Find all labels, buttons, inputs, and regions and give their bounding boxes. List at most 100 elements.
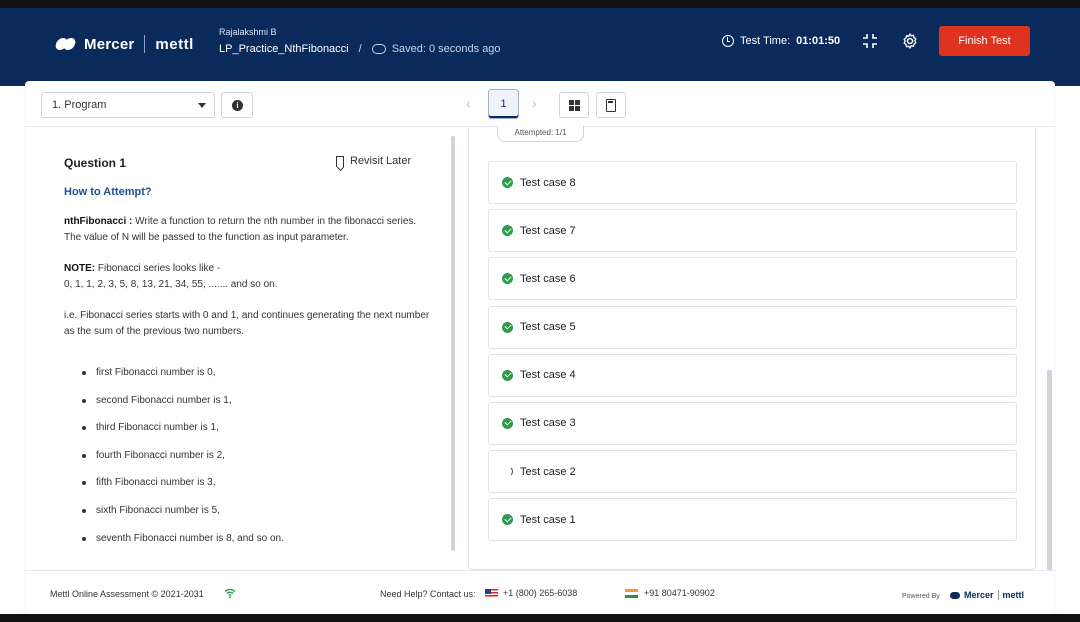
test-case-label: Test case 6: [520, 272, 576, 285]
test-timer: Test Time: 01:01:50: [722, 35, 840, 47]
note-label: NOTE:: [64, 263, 96, 274]
previous-question-button[interactable]: ‹: [466, 95, 471, 111]
fibonacci-series: 0, 1, 1, 2, 3, 5, 8, 13, 21, 34, 55, ...…: [64, 279, 278, 290]
india-phone-number: +91 80471-90902: [644, 588, 715, 598]
settings-gear-icon[interactable]: [901, 32, 919, 50]
list-item: second Fibonacci number is 1,: [82, 395, 284, 423]
revisit-later-button[interactable]: Revisit Later: [336, 155, 411, 167]
note-text: Fibonacci series looks like -: [97, 263, 221, 274]
function-description: Write a function to return the nth numbe…: [135, 216, 417, 227]
list-item: third Fibonacci number is 1,: [82, 422, 284, 450]
list-item: seventh Fibonacci number is 8, and so on…: [82, 533, 284, 561]
test-workspace: 1. Program i ‹ 1 › Question 1 Revisit La…: [25, 81, 1055, 614]
us-phone-number: +1 (800) 265-6038: [503, 588, 578, 598]
list-item: fourth Fibonacci number is 2,: [82, 450, 284, 478]
test-case-label: Test case 3: [520, 417, 576, 430]
explanation-text: i.e. Fibonacci series starts with 0 and …: [64, 310, 430, 337]
timer-label: Test Time:: [740, 35, 791, 47]
test-results-pane: Attempted: 1/1 Test case 8 Test case 7 T…: [468, 126, 1036, 570]
check-circle-icon: [502, 417, 513, 429]
timer-value: 01:01:50: [796, 35, 841, 47]
chevron-down-icon: [198, 103, 206, 108]
results-pane-scrollbar[interactable]: [1047, 370, 1052, 570]
question-title: Question 1: [64, 156, 127, 170]
grid-icon: [569, 100, 580, 111]
mercer-logo-icon: [56, 37, 76, 51]
test-case-row[interactable]: Test case 1: [488, 498, 1017, 542]
test-case-row[interactable]: Test case 2: [488, 450, 1017, 494]
calculator-icon: [606, 99, 616, 112]
us-flag-icon: [485, 589, 498, 598]
wifi-icon: [224, 587, 236, 599]
brand-mercer: Mercer: [84, 35, 135, 53]
powered-by-logo: Mercer mettl: [950, 590, 1024, 600]
copyright-text: Mettl Online Assessment © 2021-2031: [50, 589, 204, 599]
section-select-value: 1. Program: [52, 99, 107, 111]
test-case-label: Test case 4: [520, 369, 576, 382]
test-case-label: Test case 1: [520, 513, 576, 526]
brand-mettl: mettl: [155, 35, 194, 53]
powered-mercer: Mercer: [964, 590, 994, 600]
finish-test-button[interactable]: Finish Test: [939, 26, 1030, 56]
check-circle-icon: [502, 225, 513, 237]
next-question-button[interactable]: ›: [532, 95, 537, 111]
test-info: Rajalakshmi B LP_Practice_NthFibonacci /…: [219, 27, 501, 55]
brand-logo: Mercer mettl: [56, 35, 194, 53]
bookmark-icon: [336, 155, 344, 167]
test-case-row[interactable]: Test case 7: [488, 209, 1017, 253]
check-circle-icon: [502, 321, 513, 333]
test-case-list: Test case 8 Test case 7 Test case 6 Test…: [488, 161, 1017, 547]
app-header: Mercer mettl Rajalakshmi B LP_Practice_N…: [0, 8, 1080, 86]
test-case-label: Test case 8: [520, 176, 576, 189]
check-circle-icon: [502, 273, 513, 285]
question-number-1[interactable]: 1: [488, 89, 519, 119]
question-text: nthFibonacci : Write a function to retur…: [64, 214, 430, 355]
question-toolbar: 1. Program i ‹ 1 ›: [25, 81, 1055, 127]
revisit-later-label: Revisit Later: [350, 155, 412, 167]
test-case-label: Test case 7: [520, 224, 576, 237]
info-icon: i: [232, 100, 243, 111]
fibonacci-examples-list: first Fibonacci number is 0, second Fibo…: [82, 367, 284, 560]
test-name: LP_Practice_NthFibonacci: [219, 43, 349, 55]
calculator-button[interactable]: [596, 92, 626, 118]
mercer-mini-logo-icon: [950, 591, 960, 599]
question-grid-button[interactable]: [559, 92, 589, 118]
test-case-label: Test case 5: [520, 321, 576, 334]
india-flag-icon: [625, 589, 638, 598]
exit-fullscreen-icon[interactable]: [861, 32, 879, 50]
test-case-row[interactable]: Test case 3: [488, 401, 1017, 445]
screen-bottom-edge: [0, 614, 1080, 622]
attempted-badge: Attempted: 1/1: [497, 126, 584, 142]
section-select[interactable]: 1. Program: [41, 92, 215, 118]
brand-divider: [144, 35, 146, 53]
check-circle-icon: [502, 177, 513, 188]
test-case-row[interactable]: Test case 6: [488, 257, 1017, 301]
test-case-row[interactable]: Test case 4: [488, 353, 1017, 397]
clock-icon: [722, 35, 734, 47]
check-circle-icon: [502, 369, 513, 381]
how-to-attempt-link[interactable]: How to Attempt?: [64, 186, 152, 198]
page-footer: Mettl Online Assessment © 2021-2031 Need…: [25, 570, 1055, 614]
list-item: sixth Fibonacci number is 5,: [82, 505, 284, 533]
test-case-row[interactable]: Test case 8: [488, 161, 1017, 204]
saved-status: Saved: 0 seconds ago: [391, 43, 501, 55]
cloud-saved-icon: [371, 44, 386, 54]
test-case-row[interactable]: Test case 5: [488, 305, 1017, 349]
help-label: Need Help? Contact us:: [380, 589, 476, 599]
list-item: fifth Fibonacci number is 3,: [82, 477, 284, 505]
loading-spinner-icon: [502, 466, 513, 478]
parameter-description: The value of N will be passed to the fun…: [64, 232, 349, 243]
user-name: Rajalakshmi B: [219, 27, 277, 37]
screen-top-edge: [0, 0, 1080, 8]
question-pane: Question 1 Revisit Later How to Attempt?…: [25, 128, 457, 570]
list-item: first Fibonacci number is 0,: [82, 367, 284, 395]
check-circle-icon: [502, 514, 513, 526]
powered-by-label: Powered By: [902, 593, 940, 600]
logo-divider: [997, 590, 999, 600]
question-pane-scrollbar[interactable]: [451, 136, 455, 551]
powered-mettl: mettl: [1002, 590, 1025, 600]
info-button[interactable]: i: [221, 92, 253, 118]
test-case-label: Test case 2: [520, 465, 576, 478]
breadcrumb-separator: /: [358, 43, 362, 55]
function-name: nthFibonacci :: [64, 216, 133, 227]
